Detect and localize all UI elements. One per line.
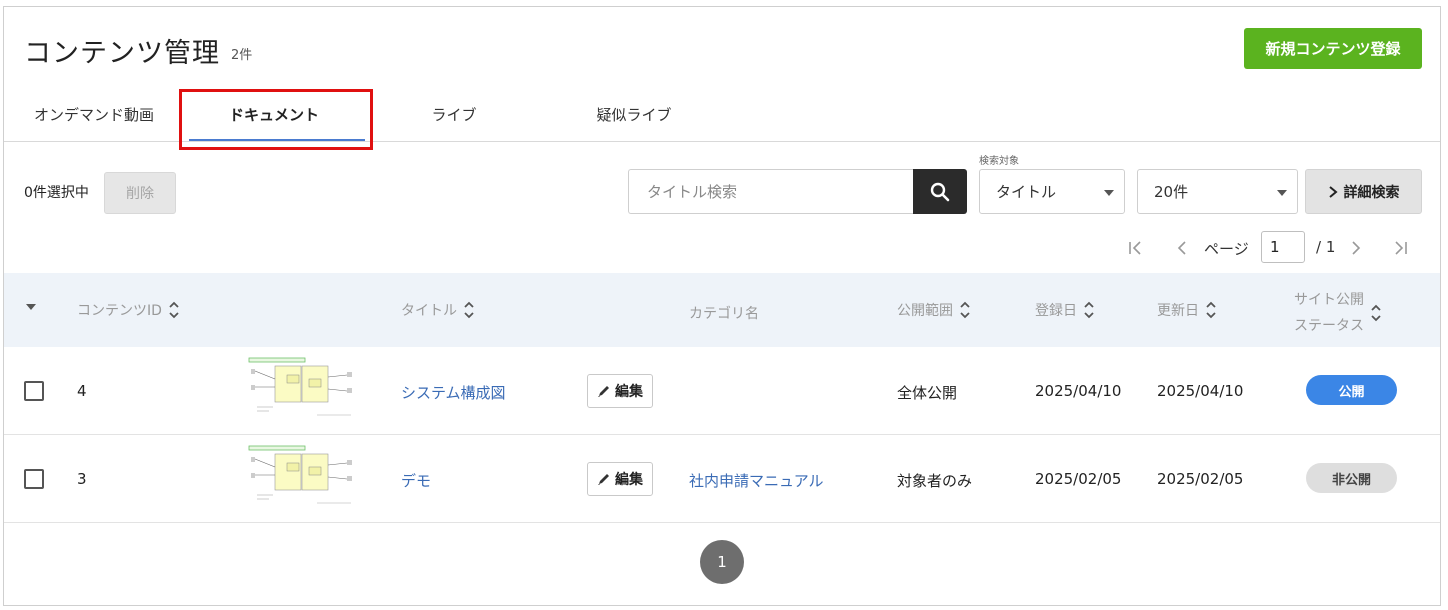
header-registered[interactable]: 登録日 bbox=[1035, 299, 1095, 321]
row-registered-date: 2025/02/05 bbox=[1035, 470, 1122, 488]
header-status-line2: ステータス bbox=[1294, 318, 1364, 334]
page-title: コンテンツ管理 bbox=[24, 38, 220, 69]
edit-label: 編集 bbox=[615, 384, 643, 400]
status-badge[interactable]: 公開 bbox=[1306, 375, 1397, 405]
content-count: 2件 bbox=[231, 48, 253, 63]
row-scope: 全体公開 bbox=[897, 384, 958, 402]
advanced-search-label: 詳細検索 bbox=[1343, 184, 1400, 201]
row-content-id: 3 bbox=[77, 470, 87, 488]
header-content-id-label: コンテンツID bbox=[77, 303, 162, 319]
sort-icon bbox=[168, 299, 180, 321]
page-button-current[interactable]: 1 bbox=[700, 540, 744, 584]
table-header: コンテンツID タイトル カテゴリ名 公開範囲 登録日 更新日 サイト公開 ステ… bbox=[4, 273, 1440, 347]
header-updated[interactable]: 更新日 bbox=[1157, 299, 1217, 321]
row-updated-date: 2025/02/05 bbox=[1157, 470, 1244, 488]
search-target-label: 検索対象 bbox=[979, 156, 1019, 167]
header-title[interactable]: タイトル bbox=[401, 299, 475, 321]
header-category: カテゴリ名 bbox=[689, 306, 759, 322]
pencil-icon bbox=[598, 386, 609, 397]
search-target-select[interactable]: タイトル bbox=[979, 169, 1125, 214]
row-checkbox[interactable] bbox=[24, 469, 44, 489]
header-updated-label: 更新日 bbox=[1157, 303, 1199, 319]
chevron-down-icon bbox=[1104, 190, 1114, 196]
header-status[interactable]: サイト公開 ステータス bbox=[1294, 287, 1382, 339]
search-button[interactable] bbox=[913, 169, 967, 214]
tab-live[interactable]: ライブ bbox=[404, 87, 504, 142]
pencil-icon bbox=[598, 474, 609, 485]
sort-icon bbox=[1370, 302, 1382, 324]
sort-icon bbox=[1083, 299, 1095, 321]
prev-page-icon[interactable] bbox=[1172, 232, 1192, 264]
row-updated-date: 2025/04/10 bbox=[1157, 382, 1244, 400]
table-row: 4 システム構成図 編集 全体公開 2025/04/10 2025/04/10 … bbox=[4, 347, 1440, 435]
delete-button[interactable]: 削除 bbox=[104, 172, 176, 214]
search-target-value: タイトル bbox=[996, 183, 1057, 201]
status-badge[interactable]: 非公開 bbox=[1306, 463, 1397, 493]
sort-icon bbox=[463, 299, 475, 321]
page-label: ページ bbox=[1204, 240, 1249, 258]
header-status-label: サイト公開 ステータス bbox=[1294, 287, 1364, 339]
tab-on-demand-video[interactable]: オンデマンド動画 bbox=[19, 87, 169, 142]
edit-label: 編集 bbox=[615, 472, 643, 488]
edit-button[interactable]: 編集 bbox=[587, 462, 653, 496]
document-thumbnail[interactable] bbox=[247, 445, 361, 513]
row-scope: 対象者のみ bbox=[897, 472, 973, 490]
document-thumbnail[interactable] bbox=[247, 357, 361, 425]
sort-icon bbox=[1205, 299, 1217, 321]
highlight-box bbox=[179, 89, 373, 150]
header-status-line1: サイト公開 bbox=[1294, 292, 1364, 308]
tab-pseudo-live[interactable]: 疑似ライブ bbox=[579, 87, 689, 142]
selected-count: 0件選択中 bbox=[24, 185, 89, 201]
last-page-icon[interactable] bbox=[1390, 232, 1410, 264]
new-content-button[interactable]: 新規コンテンツ登録 bbox=[1244, 28, 1422, 69]
row-title-link[interactable]: システム構成図 bbox=[401, 382, 506, 403]
select-all-toggle[interactable] bbox=[26, 303, 36, 311]
content-management-panel: コンテンツ管理 2件 新規コンテンツ登録 オンデマンド動画 ドキュメント ライブ… bbox=[3, 6, 1441, 606]
row-checkbox[interactable] bbox=[24, 381, 44, 401]
row-content-id: 4 bbox=[77, 382, 87, 400]
advanced-search-button[interactable]: 詳細検索 bbox=[1305, 169, 1422, 214]
row-registered-date: 2025/04/10 bbox=[1035, 382, 1122, 400]
header-scope[interactable]: 公開範囲 bbox=[897, 299, 971, 321]
chevron-right-icon bbox=[1328, 185, 1338, 198]
search-icon bbox=[930, 182, 950, 201]
header-registered-label: 登録日 bbox=[1035, 303, 1077, 319]
caret-down-icon bbox=[26, 304, 36, 310]
title-search-input[interactable] bbox=[628, 169, 913, 214]
header-title-label: タイトル bbox=[401, 303, 457, 319]
page-number-input[interactable] bbox=[1261, 231, 1305, 263]
per-page-select[interactable]: 20件 bbox=[1137, 169, 1298, 214]
header-content-id[interactable]: コンテンツID bbox=[77, 299, 180, 321]
header-scope-label: 公開範囲 bbox=[897, 303, 953, 319]
edit-button[interactable]: 編集 bbox=[587, 374, 653, 408]
row-title-link[interactable]: デモ bbox=[401, 470, 431, 491]
table-row: 3 デモ 編集 社内申請マニュアル 対象者のみ 2025/02/05 2025/… bbox=[4, 435, 1440, 523]
chevron-down-icon bbox=[1277, 190, 1287, 196]
row-category[interactable]: 社内申請マニュアル bbox=[689, 470, 824, 491]
sort-icon bbox=[959, 299, 971, 321]
page-total: / 1 bbox=[1316, 238, 1336, 256]
per-page-value: 20件 bbox=[1154, 183, 1189, 201]
first-page-icon[interactable] bbox=[1126, 232, 1146, 264]
next-page-icon[interactable] bbox=[1346, 232, 1366, 264]
